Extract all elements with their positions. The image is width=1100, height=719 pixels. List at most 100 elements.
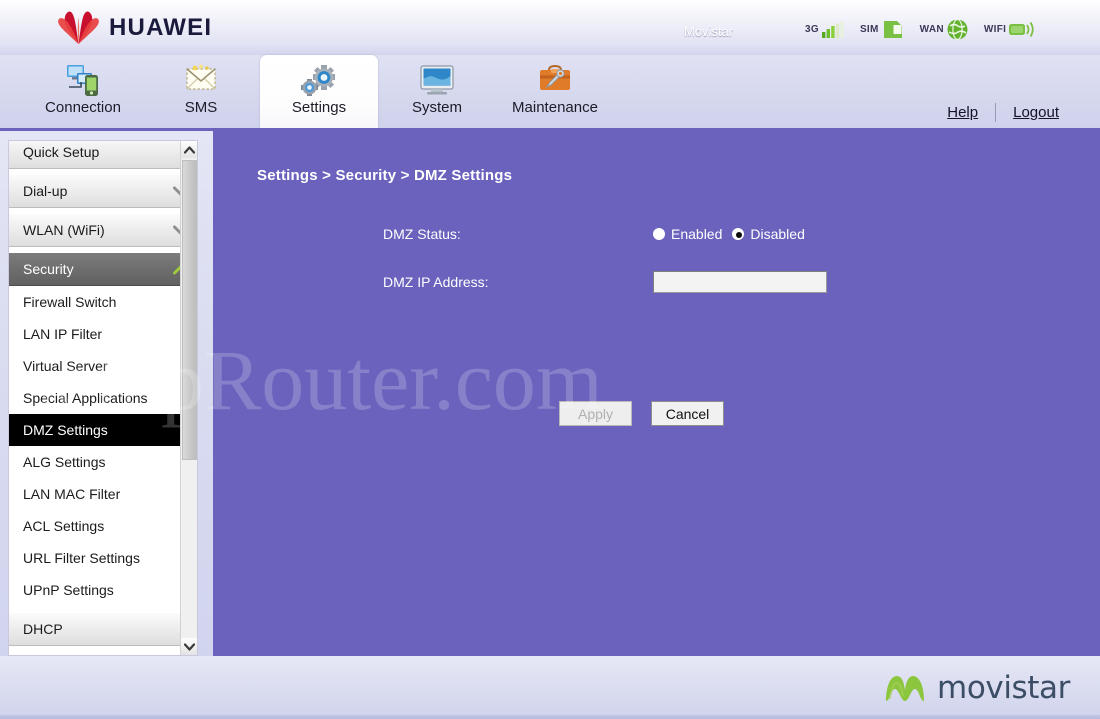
status-sim-label: SIM — [859, 23, 879, 35]
wifi-icon — [1009, 21, 1034, 37]
radio-disabled-label: Disabled — [750, 225, 805, 242]
sidebar-item-acl-settings-label: ACL Settings — [23, 518, 105, 534]
sidebar-group-security[interactable]: Security — [9, 252, 197, 286]
sidebar-scrollbar[interactable] — [180, 141, 197, 655]
nav-tab-system-label: System — [411, 99, 462, 116]
huawei-logo: HUAWEI — [57, 8, 232, 48]
monitor-icon — [420, 65, 454, 95]
sidebar-item-dmz-settings-label: DMZ Settings — [23, 422, 108, 438]
status-sim: SIM — [860, 20, 904, 39]
status-3g: 3G — [805, 20, 844, 38]
nav-tab-maintenance-label: Maintenance — [512, 99, 598, 116]
nav-tab-system[interactable]: System — [378, 55, 496, 128]
sidebar-group-dial-up[interactable]: Dial-up — [9, 174, 197, 208]
dmz-status-control: Enabled Disabled — [653, 226, 1100, 242]
scroll-up-button[interactable] — [181, 141, 197, 158]
sidebar-item-lan-ip-filter[interactable]: LAN IP Filter — [9, 318, 197, 350]
toolbox-icon — [540, 64, 570, 90]
sidebar-item-url-filter-settings[interactable]: URL Filter Settings — [9, 542, 197, 574]
sidebar-group-wlan[interactable]: WLAN (WiFi) — [9, 213, 197, 247]
apply-button[interactable]: Apply — [559, 401, 632, 426]
huawei-wordmark: HUAWEI — [109, 14, 213, 41]
nav-items: Connection SMS Settings System Maintenan… — [24, 55, 614, 128]
radio-enabled-dot[interactable] — [653, 227, 665, 240]
nav-tab-maintenance[interactable]: Maintenance — [496, 55, 614, 128]
status-wan-label: WAN — [919, 23, 944, 35]
sidebar-item-alg-settings[interactable]: ALG Settings — [9, 446, 197, 478]
sidebar-menu: Quick Setup Dial-up WLAN (WiFi) Security — [9, 141, 197, 651]
sidebar-group-dial-up-label: Dial-up — [23, 183, 68, 199]
sim-card-icon — [883, 20, 902, 38]
sidebar-item-alg-settings-label: ALG Settings — [23, 454, 106, 470]
status-wan: WAN — [919, 18, 968, 40]
dmz-ip-control — [653, 270, 1100, 293]
logout-link[interactable]: Logout — [996, 104, 1076, 121]
form-buttons: Apply Cancel — [213, 401, 1100, 426]
dmz-status-row: DMZ Status: Enabled Disabled — [213, 216, 1100, 251]
status-icon-bar: 3G SIM WAN WIFI — [805, 14, 1036, 44]
envelope-icon — [186, 64, 216, 90]
sidebar-item-virtual-server[interactable]: Virtual Server — [9, 350, 197, 382]
sidebar-item-dmz-settings[interactable]: DMZ Settings — [9, 414, 197, 446]
movistar-logo: movistar — [882, 670, 1070, 706]
nav-tab-connection-label: Connection — [45, 99, 121, 116]
cancel-button[interactable]: Cancel — [651, 401, 724, 426]
sidebar-item-acl-settings[interactable]: ACL Settings — [9, 510, 197, 542]
chevron-down-icon — [184, 642, 195, 651]
sidebar-item-lan-mac-filter-label: LAN MAC Filter — [23, 486, 121, 502]
dmz-settings-form: DMZ Status: Enabled Disabled DMZ IP Addr… — [213, 216, 1100, 426]
header-links: Help Logout — [930, 103, 1076, 122]
sidebar-item-lan-mac-filter[interactable]: LAN MAC Filter — [9, 478, 197, 510]
footer: movistar — [0, 656, 1100, 719]
sidebar: Quick Setup Dial-up WLAN (WiFi) Security — [8, 140, 198, 656]
scrollbar-thumb[interactable] — [182, 160, 197, 460]
sidebar-group-wlan-label: WLAN (WiFi) — [23, 222, 105, 238]
status-wifi-label: WIFI — [983, 23, 1007, 35]
sidebar-group-quick-setup[interactable]: Quick Setup — [9, 141, 197, 169]
radio-enabled-label: Enabled — [671, 225, 723, 242]
sidebar-group-security-label: Security — [23, 261, 74, 277]
gear-icon — [301, 65, 335, 96]
movistar-wordmark: movistar — [937, 670, 1070, 706]
sidebar-group-dhcp-label: DHCP — [23, 621, 63, 637]
scroll-down-button[interactable] — [181, 638, 197, 655]
dmz-status-radio-group: Enabled Disabled — [653, 226, 805, 242]
carrier-name: Movistar — [684, 24, 734, 39]
status-3g-label: 3G — [805, 23, 819, 35]
dmz-ip-row: DMZ IP Address: — [213, 264, 1100, 299]
sidebar-item-firewall-switch-label: Firewall Switch — [23, 294, 117, 310]
breadcrumb: Settings > Security > DMZ Settings — [257, 167, 513, 184]
radio-enabled[interactable]: Enabled — [653, 226, 722, 242]
dmz-ip-label: DMZ IP Address: — [383, 273, 489, 290]
nav-tab-connection[interactable]: Connection — [24, 55, 142, 128]
sidebar-item-upnp-settings-label: UPnP Settings — [23, 582, 114, 598]
sidebar-item-special-applications[interactable]: Special Applications — [9, 382, 197, 414]
nav-tab-settings-label: Settings — [291, 99, 347, 116]
sidebar-item-url-filter-settings-label: URL Filter Settings — [23, 550, 140, 566]
sidebar-item-virtual-server-label: Virtual Server — [23, 358, 108, 374]
brand-bar: HUAWEI Movistar 3G SIM WAN WIFI — [0, 0, 1100, 55]
sidebar-group-quick-setup-label: Quick Setup — [23, 144, 100, 160]
sidebar-item-upnp-settings[interactable]: UPnP Settings — [9, 574, 197, 606]
sidebar-item-firewall-switch[interactable]: Firewall Switch — [9, 286, 197, 318]
dmz-status-label: DMZ Status: — [383, 225, 461, 242]
content-panel: Settings > Security > DMZ Settings DMZ S… — [213, 128, 1100, 656]
dmz-ip-input[interactable] — [653, 270, 827, 293]
help-link[interactable]: Help — [930, 104, 995, 121]
sidebar-item-lan-ip-filter-label: LAN IP Filter — [23, 326, 103, 342]
signal-bars-icon — [821, 20, 844, 38]
radio-disabled-dot[interactable] — [732, 227, 745, 240]
globe-icon — [947, 18, 968, 40]
sidebar-group-dhcp[interactable]: DHCP — [9, 612, 197, 646]
chevron-up-icon — [184, 145, 195, 154]
movistar-m-icon — [886, 676, 925, 701]
sidebar-item-special-applications-label: Special Applications — [23, 390, 148, 406]
nav-tab-settings[interactable]: Settings — [260, 55, 378, 128]
radio-disabled[interactable]: Disabled — [732, 225, 805, 242]
nav-tab-sms-label: SMS — [184, 99, 218, 116]
footer-bottom-line — [0, 715, 1100, 719]
status-wifi: WIFI — [984, 20, 1036, 39]
router-admin-page: HUAWEI Movistar 3G SIM WAN WIFI Connecti… — [0, 0, 1100, 719]
huawei-flower-icon — [58, 11, 99, 44]
nav-tab-sms[interactable]: SMS — [142, 55, 260, 128]
